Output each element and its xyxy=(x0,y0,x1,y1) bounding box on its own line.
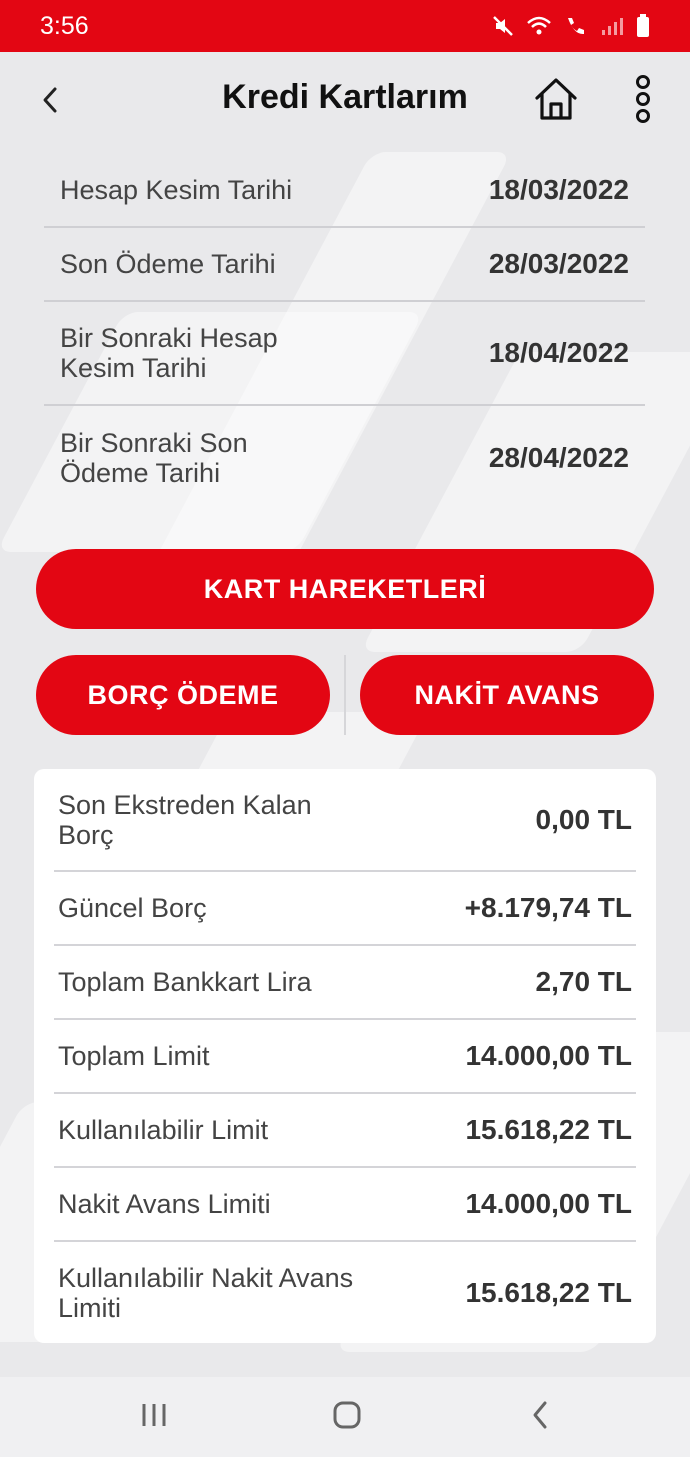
info-label: Bir Sonraki Hesap Kesim Tarihi xyxy=(60,323,278,383)
summary-row: Toplam Limit 14.000,00 TL xyxy=(54,1020,636,1094)
page-title: Kredi Kartlarım xyxy=(222,78,468,116)
info-label: Son Ödeme Tarihi xyxy=(60,249,276,279)
summary-label: Kullanılabilir Nakit Avans Limiti xyxy=(58,1262,354,1323)
info-row-due-date: Son Ödeme Tarihi 28/03/2022 xyxy=(44,228,645,302)
cash-advance-button[interactable]: NAKİT AVANS xyxy=(360,655,654,735)
status-bar: 3:56 xyxy=(0,0,690,52)
status-time: 3:56 xyxy=(40,11,89,40)
home-button[interactable] xyxy=(533,76,579,122)
info-value: 18/03/2022 xyxy=(488,173,629,205)
summary-row: Kullanılabilir Nakit Avans Limiti 15.618… xyxy=(54,1242,636,1343)
card-transactions-button[interactable]: KART HAREKETLERİ xyxy=(36,549,654,629)
wifi-icon xyxy=(527,16,551,35)
button-divider xyxy=(344,655,346,735)
home-icon xyxy=(535,78,577,120)
recents-icon xyxy=(142,1404,166,1426)
card-summary-panel: Son Ekstreden Kalan Borç 0,00 TL Güncel … xyxy=(34,769,656,1343)
summary-value: 14.000,00 TL xyxy=(465,1040,632,1071)
battery-icon xyxy=(637,14,649,37)
summary-row: Kullanılabilir Limit 15.618,22 TL xyxy=(54,1094,636,1168)
more-options-button[interactable] xyxy=(628,74,658,124)
summary-row: Toplam Bankkart Lira 2,70 TL xyxy=(54,946,636,1020)
summary-value: 0,00 TL xyxy=(535,803,632,835)
summary-row: Güncel Borç +8.179,74 TL xyxy=(54,872,636,946)
info-label: Bir Sonraki Son Ödeme Tarihi xyxy=(60,428,248,488)
status-icons xyxy=(492,14,650,38)
info-value: 28/03/2022 xyxy=(488,248,629,279)
info-row-next-due-date: Bir Sonraki Son Ödeme Tarihi 28/04/2022 xyxy=(44,406,645,510)
info-row-next-statement-date: Bir Sonraki Hesap Kesim Tarihi 18/04/202… xyxy=(44,302,645,406)
info-value: 18/04/2022 xyxy=(488,337,629,368)
summary-value: 15.618,22 TL xyxy=(465,1114,632,1145)
app-header: Kredi Kartlarım xyxy=(0,52,690,148)
summary-value: +8.179,74 TL xyxy=(464,892,632,923)
nav-home-button[interactable] xyxy=(322,1395,372,1435)
summary-label: Nakit Avans Limiti xyxy=(58,1189,271,1219)
summary-label: Güncel Borç xyxy=(58,893,207,923)
debt-payment-button[interactable]: BORÇ ÖDEME xyxy=(36,655,330,735)
system-navigation-bar xyxy=(0,1377,690,1457)
nav-back-button[interactable] xyxy=(515,1395,565,1435)
info-row-statement-date: Hesap Kesim Tarihi 18/03/2022 xyxy=(44,153,645,228)
call-wifi-icon xyxy=(568,18,584,35)
summary-label: Toplam Limit xyxy=(58,1041,210,1071)
summary-row: Nakit Avans Limiti 14.000,00 TL xyxy=(54,1168,636,1242)
statement-dates-list: Hesap Kesim Tarihi 18/03/2022 Son Ödeme … xyxy=(44,153,645,510)
more-vertical-icon xyxy=(636,75,650,123)
summary-row: Son Ekstreden Kalan Borç 0,00 TL xyxy=(54,769,636,872)
nav-home-icon xyxy=(333,1401,361,1429)
summary-value: 14.000,00 TL xyxy=(465,1188,632,1219)
summary-label: Toplam Bankkart Lira xyxy=(58,967,312,997)
mute-icon xyxy=(493,16,513,36)
nav-back-icon xyxy=(533,1401,547,1429)
info-label: Hesap Kesim Tarihi xyxy=(60,174,293,205)
summary-value: 2,70 TL xyxy=(535,966,632,997)
nav-recents-button[interactable] xyxy=(129,1395,179,1435)
info-value: 28/04/2022 xyxy=(488,442,629,473)
summary-label: Kullanılabilir Limit xyxy=(58,1115,269,1145)
summary-value: 15.618,22 TL xyxy=(465,1276,632,1308)
summary-label: Son Ekstreden Kalan Borç xyxy=(58,789,312,850)
signal-icon xyxy=(602,18,623,35)
